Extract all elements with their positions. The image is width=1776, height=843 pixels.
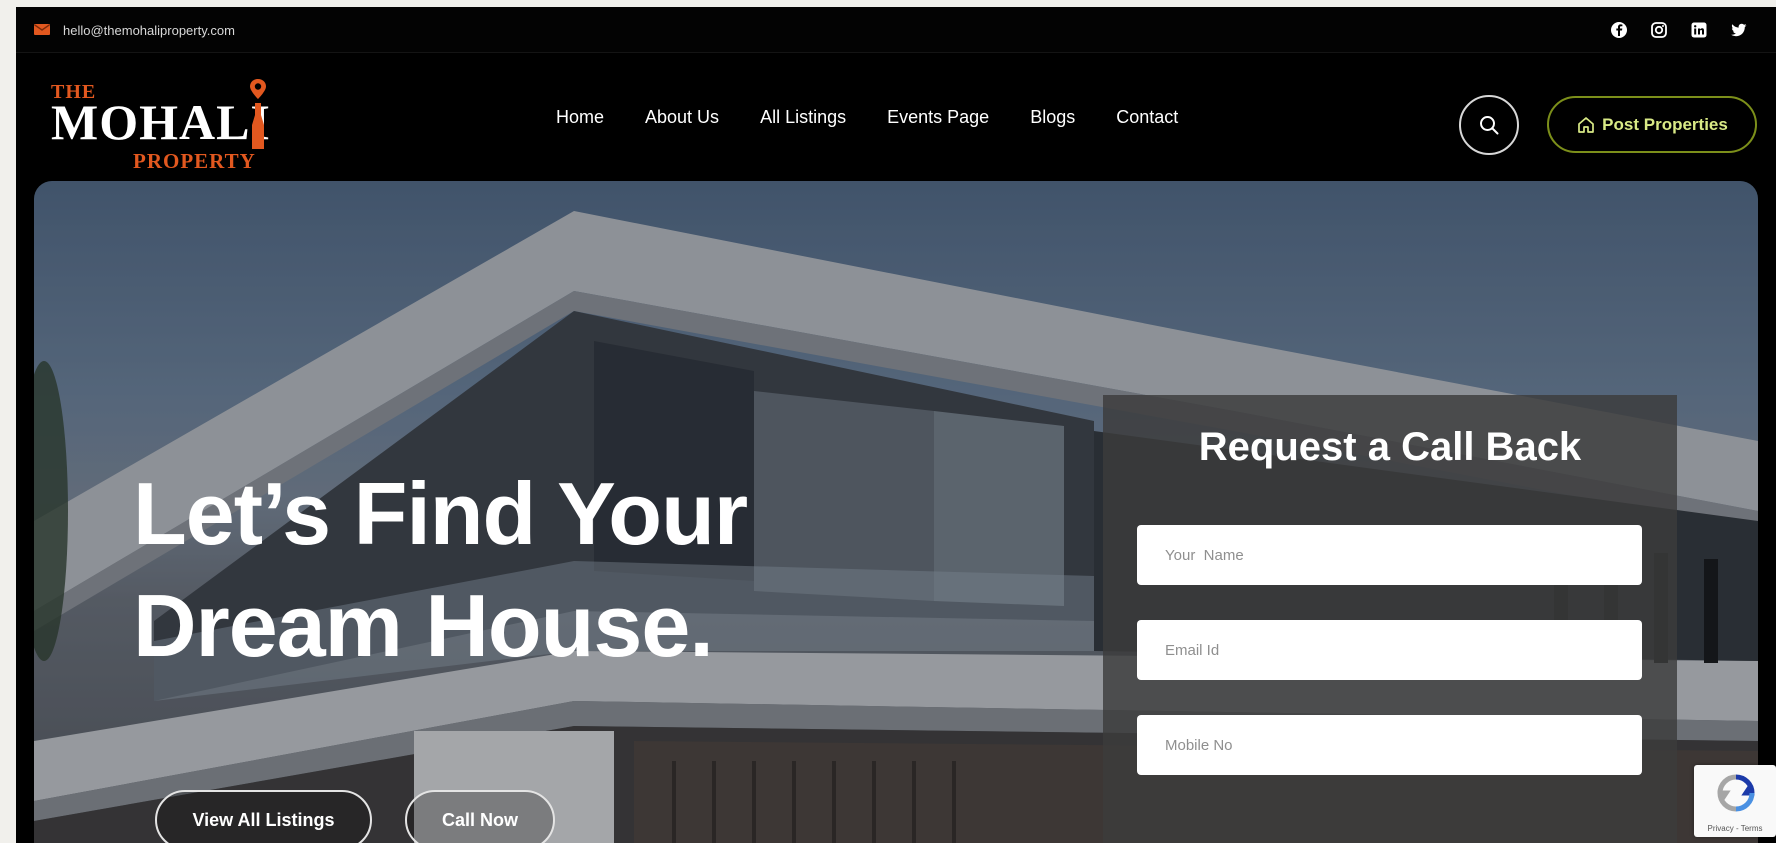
mobile-input[interactable] (1137, 715, 1642, 775)
nav-item-all-listings[interactable]: All Listings (760, 107, 846, 128)
nav-item-home[interactable]: Home (556, 107, 604, 128)
view-all-listings-button[interactable]: View All Listings (155, 790, 372, 843)
post-properties-button[interactable]: Post Properties (1547, 96, 1757, 153)
nav-item-blogs[interactable]: Blogs (1030, 107, 1075, 128)
post-properties-label: Post Properties (1602, 114, 1728, 134)
facebook-icon[interactable] (1610, 21, 1628, 39)
instagram-icon[interactable] (1650, 21, 1668, 39)
name-input[interactable] (1137, 525, 1642, 585)
search-button[interactable] (1459, 95, 1519, 155)
social-links (1610, 21, 1748, 39)
main-nav: THE MOHALI PROPERTY Home About Us All Li… (16, 53, 1776, 181)
hero-headline: Let’s Find Your Dream House. (133, 458, 748, 682)
twitter-icon[interactable] (1730, 21, 1748, 39)
nav-item-contact[interactable]: Contact (1116, 107, 1178, 128)
email-input[interactable] (1137, 620, 1642, 680)
brand-logo[interactable]: THE MOHALI PROPERTY (51, 77, 281, 173)
nav-item-events-page[interactable]: Events Page (887, 107, 989, 128)
location-pin-icon (250, 79, 266, 149)
logo-name: MOHALI (51, 94, 271, 150)
home-icon (1578, 116, 1595, 133)
recaptcha-terms[interactable]: Privacy - Terms (1694, 824, 1776, 833)
callback-form: Request a Call Back (1103, 395, 1677, 843)
nav-item-about-us[interactable]: About Us (645, 107, 719, 128)
top-bar: hello@themohaliproperty.com (16, 7, 1776, 53)
page-frame: hello@themohaliproperty.com THE MOHALI P… (16, 7, 1776, 843)
search-icon (1480, 116, 1499, 135)
recaptcha-badge[interactable]: Privacy - Terms (1694, 765, 1776, 837)
logo-property: PROPERTY (133, 149, 256, 173)
mail-icon (34, 24, 50, 35)
contact-email[interactable]: hello@themohaliproperty.com (63, 23, 235, 38)
callback-form-title: Request a Call Back (1198, 425, 1582, 469)
hero-headline-line-1: Let’s Find Your (133, 464, 748, 563)
nav-menu: Home About Us All Listings Events Page B… (556, 107, 1178, 128)
hero-section: Let’s Find Your Dream House. View All Li… (34, 181, 1758, 843)
call-now-button[interactable]: Call Now (405, 790, 555, 843)
hero-headline-line-2: Dream House. (133, 576, 714, 675)
recaptcha-icon (1717, 774, 1755, 812)
linkedin-icon[interactable] (1690, 21, 1708, 39)
